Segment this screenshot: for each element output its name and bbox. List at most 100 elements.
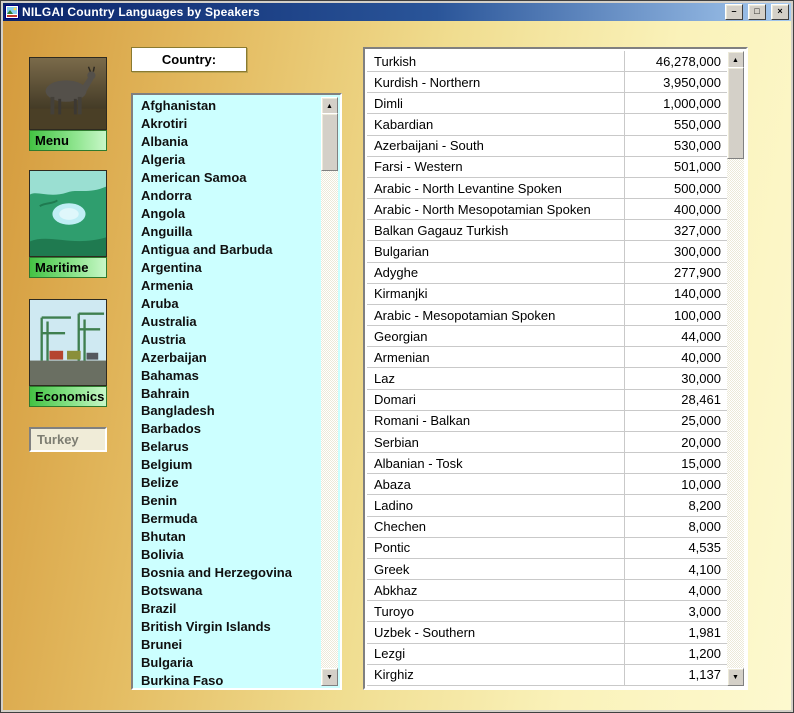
country-list-item[interactable]: Argentina xyxy=(135,259,321,277)
country-list-item[interactable]: Armenia xyxy=(135,277,321,295)
scroll-down-icon[interactable]: ▼ xyxy=(321,668,338,686)
language-table-row[interactable]: Kirmanjki140,000 xyxy=(367,284,727,305)
country-list-item[interactable]: Belarus xyxy=(135,438,321,456)
country-listbox: AfghanistanAkrotiriAlbaniaAlgeriaAmerica… xyxy=(131,93,342,690)
maritime-label-text: Maritime xyxy=(35,260,88,275)
country-list-item[interactable]: Brunei xyxy=(135,636,321,654)
language-name: Bulgarian xyxy=(367,244,624,259)
language-table-row[interactable]: Farsi - Western501,000 xyxy=(367,157,727,178)
port-cranes-icon xyxy=(30,300,106,385)
maritime-button-label[interactable]: Maritime xyxy=(29,257,107,278)
country-scrollbar-thumb[interactable] xyxy=(321,113,338,171)
language-table-row[interactable]: Greek4,100 xyxy=(367,559,727,580)
language-table-row[interactable]: Laz30,000 xyxy=(367,368,727,389)
minimize-button[interactable]: – xyxy=(725,4,743,20)
language-table-row[interactable]: Armenian40,000 xyxy=(367,347,727,368)
language-table-row[interactable]: Kurdish - Northern3,950,000 xyxy=(367,72,727,93)
country-list-item[interactable]: Bolivia xyxy=(135,546,321,564)
economics-button-label[interactable]: Economics xyxy=(29,386,107,407)
country-list-item[interactable]: Barbados xyxy=(135,420,321,438)
country-list-item[interactable]: Afghanistan xyxy=(135,97,321,115)
economics-image-button[interactable] xyxy=(29,299,107,386)
country-list-item[interactable]: Brazil xyxy=(135,600,321,618)
language-table-row[interactable]: Balkan Gagauz Turkish327,000 xyxy=(367,220,727,241)
language-table-row[interactable]: Georgian44,000 xyxy=(367,326,727,347)
language-name: Turoyo xyxy=(367,604,624,619)
language-table-scrollbar[interactable]: ▲ ▼ xyxy=(727,51,744,686)
country-list-item[interactable]: Burkina Faso xyxy=(135,672,321,686)
country-list-item[interactable]: Benin xyxy=(135,492,321,510)
country-list-item[interactable]: Anguilla xyxy=(135,223,321,241)
country-list-item[interactable]: Bermuda xyxy=(135,510,321,528)
language-table-row[interactable]: Albanian - Tosk15,000 xyxy=(367,453,727,474)
language-scrollbar-thumb[interactable] xyxy=(727,67,744,159)
language-name: Azerbaijani - South xyxy=(367,138,624,153)
economics-label-text: Economics xyxy=(35,389,104,404)
country-list-item[interactable]: Andorra xyxy=(135,187,321,205)
speaker-count: 30,000 xyxy=(624,368,727,388)
language-table-row[interactable]: Azerbaijani - South530,000 xyxy=(367,136,727,157)
language-table-row[interactable]: Adyghe277,900 xyxy=(367,263,727,284)
country-list-item[interactable]: Belgium xyxy=(135,456,321,474)
language-table-row[interactable]: Abkhaz4,000 xyxy=(367,580,727,601)
title-bar[interactable]: NILGAI Country Languages by Speakers – □… xyxy=(3,3,791,21)
country-list-item[interactable]: Akrotiri xyxy=(135,115,321,133)
app-icon xyxy=(5,5,19,19)
language-table-row[interactable]: Kirghiz1,137 xyxy=(367,665,727,686)
language-name: Kirmanjki xyxy=(367,286,624,301)
country-list-item[interactable]: Austria xyxy=(135,331,321,349)
window-title: NILGAI Country Languages by Speakers xyxy=(22,5,720,19)
scroll-down-icon[interactable]: ▼ xyxy=(727,668,744,686)
speaker-count: 20,000 xyxy=(624,432,727,452)
language-name: Dimli xyxy=(367,96,624,111)
language-table-row[interactable]: Arabic - North Levantine Spoken500,000 xyxy=(367,178,727,199)
country-list-item[interactable]: Albania xyxy=(135,133,321,151)
country-list-item[interactable]: Antigua and Barbuda xyxy=(135,241,321,259)
country-list-item[interactable]: Aruba xyxy=(135,295,321,313)
language-table-row[interactable]: Dimli1,000,000 xyxy=(367,93,727,114)
language-name: Balkan Gagauz Turkish xyxy=(367,223,624,238)
language-scrollbar-track[interactable] xyxy=(727,67,744,670)
country-list-item[interactable]: Bosnia and Herzegovina xyxy=(135,564,321,582)
menu-button-label[interactable]: Menu xyxy=(29,130,107,151)
country-list-item[interactable]: Bhutan xyxy=(135,528,321,546)
country-scrollbar-track[interactable] xyxy=(321,113,338,670)
language-name: Georgian xyxy=(367,329,624,344)
country-list-item[interactable]: Belize xyxy=(135,474,321,492)
language-table-row[interactable]: Chechen8,000 xyxy=(367,517,727,538)
country-list-item[interactable]: Bangladesh xyxy=(135,402,321,420)
language-table-row[interactable]: Arabic - North Mesopotamian Spoken400,00… xyxy=(367,199,727,220)
country-list-item[interactable]: Bahamas xyxy=(135,367,321,385)
country-list-item[interactable]: Botswana xyxy=(135,582,321,600)
country-list-item[interactable]: Bulgaria xyxy=(135,654,321,672)
speaker-count: 8,000 xyxy=(624,517,727,537)
country-list-scrollbar[interactable]: ▲ ▼ xyxy=(321,97,338,686)
language-table-row[interactable]: Bulgarian300,000 xyxy=(367,241,727,262)
country-list-item[interactable]: Australia xyxy=(135,313,321,331)
country-list-item[interactable]: American Samoa xyxy=(135,169,321,187)
language-table-row[interactable]: Kabardian550,000 xyxy=(367,114,727,135)
language-table-row[interactable]: Pontic4,535 xyxy=(367,538,727,559)
close-button[interactable]: × xyxy=(771,4,789,20)
language-table-row[interactable]: Uzbek - Southern1,981 xyxy=(367,622,727,643)
language-table-row[interactable]: Lezgi1,200 xyxy=(367,644,727,665)
language-table-row[interactable]: Abaza10,000 xyxy=(367,474,727,495)
maritime-image-button[interactable] xyxy=(29,170,107,257)
speaker-count: 100,000 xyxy=(624,305,727,325)
country-list-item[interactable]: Bahrain xyxy=(135,385,321,403)
language-table-row[interactable]: Ladino8,200 xyxy=(367,495,727,516)
language-name: Pontic xyxy=(367,540,624,555)
country-list-item[interactable]: British Virgin Islands xyxy=(135,618,321,636)
language-name: Adyghe xyxy=(367,265,624,280)
language-table-row[interactable]: Turoyo3,000 xyxy=(367,601,727,622)
language-table-row[interactable]: Domari28,461 xyxy=(367,390,727,411)
country-list-item[interactable]: Azerbaijan xyxy=(135,349,321,367)
language-table-row[interactable]: Turkish46,278,000 xyxy=(367,51,727,72)
language-table-row[interactable]: Romani - Balkan25,000 xyxy=(367,411,727,432)
country-list-item[interactable]: Algeria xyxy=(135,151,321,169)
country-list-item[interactable]: Angola xyxy=(135,205,321,223)
menu-image-button[interactable] xyxy=(29,57,107,130)
language-table-row[interactable]: Serbian20,000 xyxy=(367,432,727,453)
language-table-row[interactable]: Arabic - Mesopotamian Spoken100,000 xyxy=(367,305,727,326)
maximize-button[interactable]: □ xyxy=(748,4,766,20)
